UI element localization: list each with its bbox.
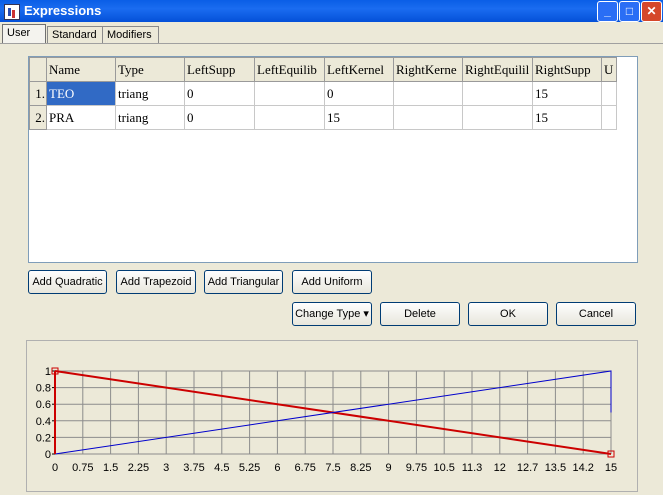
tab-divider (0, 43, 663, 44)
delete-button[interactable]: Delete (380, 302, 460, 326)
x-tick-label: 12.7 (517, 462, 538, 474)
expressions-grid[interactable]: Name Type LeftSupp LeftEquilib LeftKerne… (28, 56, 638, 263)
corner-cell (29, 57, 47, 82)
window-title: Expressions (24, 3, 102, 18)
table-cell[interactable]: 15 (324, 105, 394, 130)
minimize-button[interactable]: _ (597, 1, 618, 22)
maximize-button[interactable]: □ (619, 1, 640, 22)
table-cell[interactable]: triang (115, 81, 185, 106)
y-tick-label: 0.2 (36, 432, 51, 444)
table-cell[interactable] (462, 105, 533, 130)
chart-panel: 0 0.75 1.5 2.25 3 3.75 4.5 5.25 6 6.75 7.5 8.25 9 9.7… (26, 340, 638, 492)
column-header[interactable]: RightSupp (532, 57, 602, 82)
table-cell[interactable]: triang (115, 105, 185, 130)
x-tick-label: 14.2 (572, 462, 593, 474)
table-cell[interactable] (254, 105, 325, 130)
x-tick-label: 10.5 (433, 462, 454, 474)
table-cell[interactable]: 15 (532, 81, 602, 106)
row-number: 1. (29, 81, 47, 106)
change-type-label: Change Type (295, 308, 361, 320)
column-header[interactable]: U (601, 57, 617, 82)
table-cell[interactable] (462, 81, 533, 106)
y-tick-label: 0.8 (36, 383, 51, 395)
column-header[interactable]: LeftKernel (324, 57, 394, 82)
table-cell[interactable] (393, 81, 463, 106)
table-cell[interactable]: 0 (184, 105, 255, 130)
column-header[interactable]: Name (46, 57, 116, 82)
table-cell[interactable]: 15 (532, 105, 602, 130)
app-icon (4, 4, 20, 20)
table-cell[interactable]: 0 (324, 81, 394, 106)
x-tick-label: 4.5 (214, 462, 229, 474)
x-tick-label: 0 (52, 462, 58, 474)
dropdown-arrow-icon: ▾ (363, 308, 369, 320)
y-tick-label: 0.4 (36, 416, 51, 428)
table-cell[interactable]: PRA (46, 105, 116, 130)
column-header[interactable]: Type (115, 57, 185, 82)
x-tick-label: 1.5 (103, 462, 118, 474)
table-cell[interactable] (393, 105, 463, 130)
column-header[interactable]: RightEquilil (462, 57, 533, 82)
table-cell[interactable]: TEO (46, 81, 116, 106)
x-tick-label: 9.75 (406, 462, 427, 474)
column-header[interactable]: LeftSupp (184, 57, 255, 82)
table-row[interactable]: 2. PRA triang 0 15 15 (29, 105, 617, 130)
x-tick-label: 11.3 (462, 462, 483, 474)
close-button[interactable]: ✕ (641, 1, 662, 22)
y-tick-label: 0 (45, 449, 51, 461)
table-row[interactable]: 1. TEO triang 0 0 15 (29, 81, 617, 106)
x-tick-label: 6.75 (294, 462, 315, 474)
x-tick-label: 5.25 (239, 462, 260, 474)
tab-user[interactable]: User (2, 24, 46, 43)
cancel-button[interactable]: Cancel (556, 302, 636, 326)
column-header[interactable]: RightKerne (393, 57, 463, 82)
add-quadratic-button[interactable]: Add Quadratic (28, 270, 107, 294)
table-header-row: Name Type LeftSupp LeftEquilib LeftKerne… (29, 57, 617, 82)
table-cell[interactable] (254, 81, 325, 106)
add-triangular-button[interactable]: Add Triangular (204, 270, 283, 294)
table-cell[interactable] (601, 105, 617, 130)
title-bar: Expressions _ □ ✕ (0, 0, 663, 22)
x-tick-label: 3 (163, 462, 169, 474)
column-header[interactable]: LeftEquilib (254, 57, 325, 82)
x-tick-label: 13.5 (545, 462, 566, 474)
x-tick-label: 3.75 (183, 462, 204, 474)
x-tick-label: 9 (386, 462, 392, 474)
change-type-button[interactable]: Change Type ▾ (292, 302, 372, 326)
x-tick-label: 2.25 (128, 462, 149, 474)
add-uniform-button[interactable]: Add Uniform (292, 270, 372, 294)
table-cell[interactable]: 0 (184, 81, 255, 106)
membership-chart: 0 0.75 1.5 2.25 3 3.75 4.5 5.25 6 6.75 7.5 8.25 9 9.7… (36, 366, 617, 474)
ok-button[interactable]: OK (468, 302, 548, 326)
x-tick-label: 8.25 (350, 462, 371, 474)
row-number: 2. (29, 105, 47, 130)
x-tick-label: 12 (494, 462, 506, 474)
tab-standard[interactable]: Standard (47, 26, 103, 43)
y-tick-label: 0.6 (36, 399, 51, 411)
table-cell[interactable] (601, 81, 617, 106)
add-trapezoid-button[interactable]: Add Trapezoid (116, 270, 196, 294)
tab-modifiers[interactable]: Modifiers (102, 26, 159, 43)
y-tick-label: 1 (45, 366, 51, 378)
x-tick-label: 0.75 (72, 462, 93, 474)
x-tick-label: 7.5 (325, 462, 340, 474)
x-tick-label: 6 (274, 462, 280, 474)
x-tick-label: 15 (605, 462, 617, 474)
